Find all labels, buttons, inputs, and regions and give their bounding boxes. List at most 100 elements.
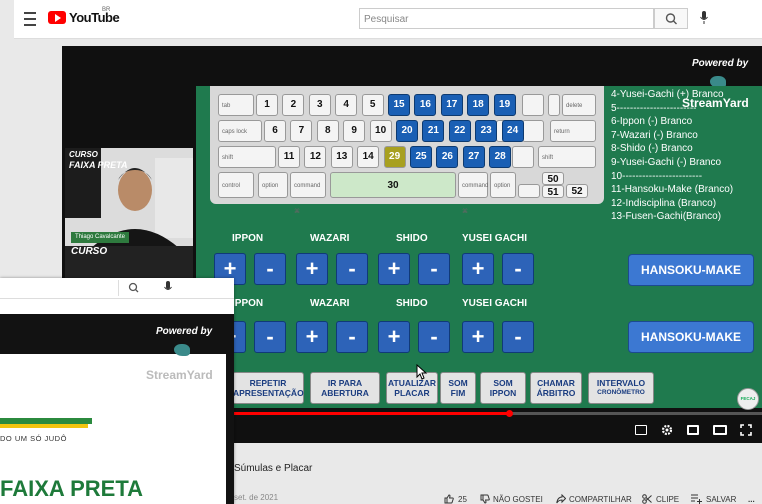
wazari-minus-button-2[interactable]: - bbox=[336, 321, 368, 353]
action-button-line1: SOM bbox=[493, 378, 513, 388]
penalty-list-item: 13-Fusen-Gachi(Branco) bbox=[611, 211, 722, 223]
key-row3-28: 28 bbox=[489, 146, 512, 168]
popup-streamyard-bird-icon bbox=[174, 344, 190, 356]
key-command-left: command ⌘ bbox=[290, 172, 326, 215]
key-row1-19: 19 bbox=[493, 94, 516, 116]
ippon-minus-button-2[interactable]: - bbox=[254, 321, 286, 353]
action-button-som[interactable]: SOM IPPON bbox=[480, 372, 526, 404]
miniplayer-icon[interactable] bbox=[687, 425, 699, 435]
dislike-button[interactable]: NÃO GOSTEI bbox=[493, 495, 543, 504]
search-icon bbox=[665, 13, 677, 25]
key-option-left: option bbox=[258, 172, 288, 198]
youtube-header: YouTube BR Pesquisar bbox=[14, 0, 762, 39]
popup-window[interactable]: Powered by StreamYard DO UM SÓ JUDÔ FAIX… bbox=[0, 278, 234, 504]
key-option-right: option bbox=[490, 172, 516, 198]
wazari-plus-button-2[interactable]: + bbox=[296, 321, 328, 353]
action-button-line1: SOM bbox=[448, 378, 468, 388]
shido-minus-button-2[interactable]: - bbox=[418, 321, 450, 353]
video-title: Súmulas e Placar bbox=[234, 463, 313, 474]
key-row1-18: 18 bbox=[467, 94, 490, 116]
clip-button[interactable]: CLIPE bbox=[656, 495, 679, 504]
share-button[interactable]: COMPARTILHAR bbox=[569, 495, 632, 504]
key-backslash bbox=[548, 94, 560, 116]
action-button-line1: INTERVALO bbox=[596, 378, 646, 388]
settings-gear-icon[interactable] bbox=[661, 424, 673, 436]
share-icon[interactable] bbox=[556, 494, 566, 504]
key-row3-11: 11 bbox=[278, 146, 300, 168]
subtitles-icon[interactable] bbox=[635, 425, 647, 435]
shido-minus-button[interactable]: - bbox=[418, 253, 450, 285]
theater-mode-icon[interactable] bbox=[713, 425, 727, 435]
keyboard-image: tab caps lock shift control option comma… bbox=[210, 86, 604, 215]
menu-icon[interactable] bbox=[24, 12, 36, 26]
banner-curso-bottom: CURSO bbox=[71, 246, 108, 257]
action-button-intervalo[interactable]: INTERVALO CRONÔMETRO bbox=[588, 372, 654, 404]
key-row2-10: 10 bbox=[369, 120, 392, 142]
action-button-line1: CHAMAR bbox=[537, 378, 575, 388]
key-tab: tab bbox=[218, 94, 254, 116]
yusei-plus-button-2[interactable]: + bbox=[462, 321, 494, 353]
popup-toolbar bbox=[0, 278, 234, 299]
name-tag: Thiago Cavalcante bbox=[71, 232, 129, 243]
key-row1-15: 15 bbox=[388, 94, 410, 116]
microphone-icon[interactable] bbox=[164, 281, 172, 295]
ippon-minus-button[interactable]: - bbox=[254, 253, 286, 285]
dislike-icon[interactable] bbox=[480, 494, 490, 504]
shido-plus-button-2[interactable]: + bbox=[378, 321, 410, 353]
webcam-feed: Thiago Cavalcante CURSO FAIXA PRETA CURS… bbox=[65, 148, 193, 278]
more-options-button[interactable]: ... bbox=[748, 495, 755, 504]
yusei-plus-button[interactable]: + bbox=[462, 253, 494, 285]
action-button-repetir[interactable]: REPETIR APRESENTAÇÃO bbox=[232, 372, 304, 404]
youtube-country-code: BR bbox=[102, 7, 111, 13]
key-row2-8: 8 bbox=[316, 120, 339, 142]
key-slash bbox=[512, 146, 534, 168]
youtube-logo-icon[interactable] bbox=[48, 11, 66, 24]
popup-title: FAIXA PRETA bbox=[0, 476, 144, 501]
penalty-list-item: 8-Shido (-) Branco bbox=[611, 143, 693, 155]
popup-streamyard-watermark: StreamYard bbox=[146, 368, 213, 382]
key-row3-26: 26 bbox=[436, 146, 459, 168]
action-button-line2: IPPON bbox=[489, 388, 517, 398]
label-shido-2: SHIDO bbox=[396, 298, 428, 309]
wazari-minus-button[interactable]: - bbox=[336, 253, 368, 285]
penalty-list-item: 11-Hansoku-Make (Branco) bbox=[611, 184, 734, 196]
key-quote bbox=[522, 120, 544, 142]
microphone-icon[interactable] bbox=[700, 11, 708, 25]
like-count[interactable]: 25 bbox=[458, 495, 467, 504]
action-button-chamar[interactable]: CHAMAR ÁRBITRO bbox=[530, 372, 582, 404]
clip-icon[interactable] bbox=[642, 494, 652, 504]
action-button-ir-para[interactable]: IR PARA ABERTURA bbox=[310, 372, 380, 404]
key-row3-12: 12 bbox=[304, 146, 327, 168]
action-button-line1: IR PARA bbox=[327, 378, 363, 388]
hansoku-make-button[interactable]: HANSOKU-MAKE bbox=[628, 254, 754, 286]
youtube-logo-text[interactable]: YouTube bbox=[69, 10, 120, 25]
save-icon[interactable] bbox=[691, 494, 703, 504]
progress-scrubber[interactable] bbox=[506, 410, 513, 417]
search-input[interactable]: Pesquisar bbox=[359, 8, 654, 29]
like-icon[interactable] bbox=[444, 494, 454, 504]
action-button-som[interactable]: SOM FIM bbox=[440, 372, 476, 404]
shido-plus-button[interactable]: + bbox=[378, 253, 410, 285]
label-yusei-gachi: YUSEI GACHI bbox=[462, 233, 528, 244]
hansoku-make-button-2[interactable]: HANSOKU-MAKE bbox=[628, 321, 754, 353]
key-51: 51 bbox=[542, 185, 564, 198]
popup-search-button[interactable] bbox=[118, 280, 149, 296]
video-date: set. de 2021 bbox=[234, 493, 279, 502]
key-50: 50 bbox=[542, 172, 564, 185]
key-row3-25: 25 bbox=[410, 146, 432, 168]
action-button-atualizar[interactable]: ATUALIZAR PLACAR bbox=[386, 372, 438, 404]
key-bracket bbox=[522, 94, 544, 116]
yusei-minus-button-2[interactable]: - bbox=[502, 321, 534, 353]
yusei-minus-button[interactable]: - bbox=[502, 253, 534, 285]
fecaj-logo: FECAJ bbox=[737, 388, 759, 410]
key-row1-5: 5 bbox=[361, 94, 384, 116]
action-button-line2: PLACAR bbox=[394, 388, 430, 398]
powered-by-label: Powered by bbox=[692, 58, 749, 69]
wazari-plus-button[interactable]: + bbox=[296, 253, 328, 285]
search-button[interactable] bbox=[654, 8, 688, 29]
banner-faixa-preta: FAIXA PRETA bbox=[69, 160, 128, 170]
key-row1-2: 2 bbox=[282, 94, 305, 116]
popup-yellow-stripe bbox=[0, 424, 88, 428]
fullscreen-icon[interactable] bbox=[740, 424, 752, 436]
save-button[interactable]: SALVAR bbox=[706, 495, 736, 504]
